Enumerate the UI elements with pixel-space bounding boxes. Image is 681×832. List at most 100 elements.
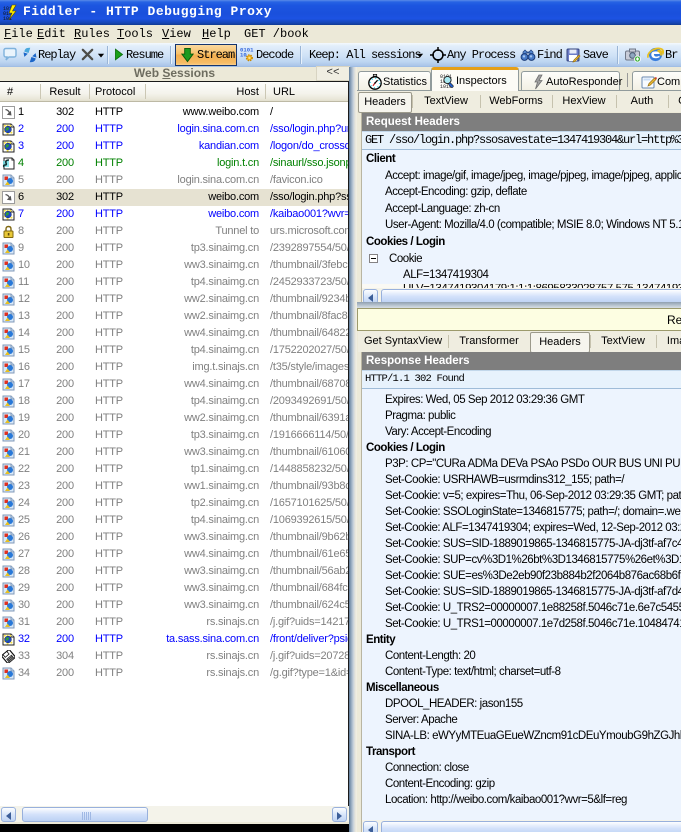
decode-button[interactable]: Decode [256,47,293,63]
find-icon[interactable] [520,47,536,63]
menu-get-book[interactable]: GET /book [240,26,313,42]
tab-composer[interactable]: Composer [632,71,681,90]
session-row-14[interactable]: 14200HTTPww4.sinaimg.cn/thumbnail/64822a… [0,325,348,342]
scroll-left-button[interactable] [363,289,378,303]
session-row-8[interactable]: 8200HTTPTunnel tours.microsoft.com:443 [0,223,348,240]
tree-item[interactable]: Content-Length: 20 [362,648,681,664]
resume-icon[interactable] [112,47,126,62]
session-row-34[interactable]: 34200HTTPrs.sinajs.cn/g.gif?type=1&id=56… [0,665,348,682]
tab-textview[interactable]: TextView [590,331,656,352]
screenshot-icon[interactable] [624,47,641,63]
tree-section[interactable]: Client [362,151,681,168]
menu-tools[interactable]: Tools [113,26,157,42]
session-row-32[interactable]: 32200HTTPta.sass.sina.com.cn/front/deliv… [0,631,348,648]
keep-dropdown-caret[interactable] [415,50,425,60]
session-row-27[interactable]: 27200HTTPww4.sinaimg.cn/thumbnail/61e655… [0,546,348,563]
session-row-33[interactable]: 33304HTTPrs.sinajs.cn/j.gif?uids=2072856… [0,648,348,665]
scroll-left-button[interactable] [363,821,378,832]
tree-section[interactable]: Miscellaneous [362,680,681,696]
session-row-17[interactable]: 17200HTTPww4.sinaimg.cn/thumbnail/687084… [0,376,348,393]
tree-section[interactable]: Transport [362,744,681,760]
session-row-28[interactable]: 28200HTTPww3.sinaimg.cn/thumbnail/56ab23… [0,563,348,580]
stream-button-label[interactable]: Stream [197,47,234,63]
sessions-horizontal-scrollbar[interactable] [0,806,349,822]
tab-cookies[interactable]: Cookies [668,91,681,112]
tree-item[interactable]: SINA-LB: eWYyMTEuaGEueWZncm91cDEuYmoubG9… [362,728,681,744]
request-line[interactable]: GET /sso/login.php?ssosavestate=13474193… [362,131,681,150]
tree-item[interactable]: P3P: CP="CURa ADMa DEVa PSAo PSDo OUR BU… [362,456,681,472]
column-header-host[interactable]: Host [145,85,259,99]
column-header-url[interactable]: URL [273,85,333,99]
sessions-column-header[interactable]: #ResultProtocolHostURL [0,82,348,102]
tree-item[interactable]: Location: http://weibo.com/kaibao001?wvr… [362,792,681,808]
session-row-22[interactable]: 22200HTTPtp1.sinaimg.cn/1448858232/50/56… [0,461,348,478]
save-button[interactable]: Save [583,47,608,63]
remove-dropdown-caret[interactable] [96,49,106,61]
tree-item[interactable]: Set-Cookie: SSOLoginState=1346815775; pa… [362,504,681,520]
session-row-21[interactable]: 21200HTTPww3.sinaimg.cn/thumbnail/61060d… [0,444,348,461]
session-row-4[interactable]: 4200HTTPlogin.t.cn/sinaurl/sso.jsonp?u=h [0,155,348,172]
remove-sessions-icon[interactable] [80,47,95,62]
session-row-24[interactable]: 24200HTTPtp2.sinaimg.cn/1657101625/50/56… [0,495,348,512]
tree-item[interactable]: Set-Cookie: USRHAWB=usrmdins312_155; pat… [362,472,681,488]
tab-get-syntaxview[interactable]: Get SyntaxView [358,331,448,352]
response-status-line[interactable]: HTTP/1.1 302 Found [362,370,681,389]
session-row-25[interactable]: 25200HTTPtp4.sinaimg.cn/1069392615/50/56… [0,512,348,529]
tab-webforms[interactable]: WebForms [480,91,552,112]
tree-item[interactable]: Set-Cookie: v=5; expires=Thu, 06-Sep-201… [362,488,681,504]
tree-item[interactable]: Cookie [362,251,681,268]
tree-item[interactable]: DPOOL_HEADER: jason155 [362,696,681,712]
session-row-1[interactable]: 1302HTTPwww.weibo.com/ [0,104,348,121]
menu-rules[interactable]: Rules [70,26,114,42]
tab-imageview[interactable]: ImageView [656,331,681,352]
stream-icon[interactable] [180,47,195,63]
tree-item[interactable]: Accept: image/gif, image/jpeg, image/pjp… [362,168,681,185]
replay-button[interactable]: Replay [38,47,75,63]
decode-icon[interactable] [240,47,255,63]
tab-transformer[interactable]: Transformer [448,331,530,352]
tree-item[interactable]: User-Agent: Mozilla/4.0 (compatible; MSI… [362,217,681,234]
tab-statistics[interactable]: Statistics [358,71,431,90]
replay-icon[interactable] [22,47,38,63]
save-icon[interactable] [565,47,581,63]
tree-item[interactable]: Set-Cookie: SUE=es%3De2eb90f23b884b2f206… [362,568,681,584]
tree-item[interactable]: Content-Type: text/html; charset=utf-8 [362,664,681,680]
session-row-5[interactable]: 5200HTTPlogin.sina.com.cn/favicon.ico [0,172,348,189]
response-encoding-notice[interactable]: Response is encoded and may require deco… [357,308,681,331]
response-horizontal-scrollbar[interactable] [362,820,681,832]
scroll-thumb[interactable] [381,821,681,832]
session-row-23[interactable]: 23200HTTPww1.sinaimg.cn/thumbnail/93b8c5… [0,478,348,495]
tree-item[interactable]: Set-Cookie: SUP=cv%3D1%26bt%3D1346815775… [362,552,681,568]
session-row-26[interactable]: 26200HTTPww3.sinaimg.cn/thumbnail/9b62b1… [0,529,348,546]
session-row-7[interactable]: 7200HTTPweibo.com/kaibao001?wvr=5&lf=r [0,206,348,223]
keep-sessions-dropdown[interactable]: Keep: All sessions [309,47,421,63]
column-header-result[interactable]: Result [44,85,86,99]
tree-item[interactable]: Set-Cookie: U_TRS2=00000007.1e88258f.504… [362,600,681,616]
tree-item[interactable]: Accept-Language: zh-cn [362,201,681,218]
resume-button[interactable]: Resume [126,47,163,63]
tree-section[interactable]: Entity [362,632,681,648]
session-row-16[interactable]: 16200HTTPimg.t.sinajs.cn/t35/style/image… [0,359,348,376]
menu-file[interactable]: File [0,26,37,42]
session-row-15[interactable]: 15200HTTPtp4.sinaimg.cn/1752202027/50/56… [0,342,348,359]
menu-view[interactable]: View [158,26,195,42]
session-row-20[interactable]: 20200HTTPtp3.sinaimg.cn/1916666114/50/56… [0,427,348,444]
tree-item[interactable]: Server: Apache [362,712,681,728]
column-header-protocol[interactable]: Protocol [95,85,145,99]
menu-edit[interactable]: Edit [33,26,70,42]
tree-item[interactable]: Connection: close [362,760,681,776]
browse-icon[interactable] [647,46,664,63]
collapse-toggle[interactable] [369,254,378,263]
quickexec-command-box[interactable] [0,824,350,832]
scroll-left-button[interactable] [1,807,16,822]
scroll-right-button[interactable] [332,807,347,822]
request-horizontal-scrollbar[interactable] [362,288,681,302]
tab-hexview[interactable]: HexView [552,91,616,112]
browse-button[interactable]: Br [665,47,677,63]
session-row-6[interactable]: 6302HTTPweibo.com/sso/login.php?ssosav [0,189,348,206]
session-row-18[interactable]: 18200HTTPtp4.sinaimg.cn/2093492691/50/56… [0,393,348,410]
session-row-3[interactable]: 3200HTTPkandian.com/logon/do_crossdomain [0,138,348,155]
tree-item[interactable]: Accept-Encoding: gzip, deflate [362,184,681,201]
session-row-10[interactable]: 10200HTTPww3.sinaimg.cn/thumbnail/3febcb… [0,257,348,274]
session-row-13[interactable]: 13200HTTPww2.sinaimg.cn/thumbnail/8fac88… [0,308,348,325]
